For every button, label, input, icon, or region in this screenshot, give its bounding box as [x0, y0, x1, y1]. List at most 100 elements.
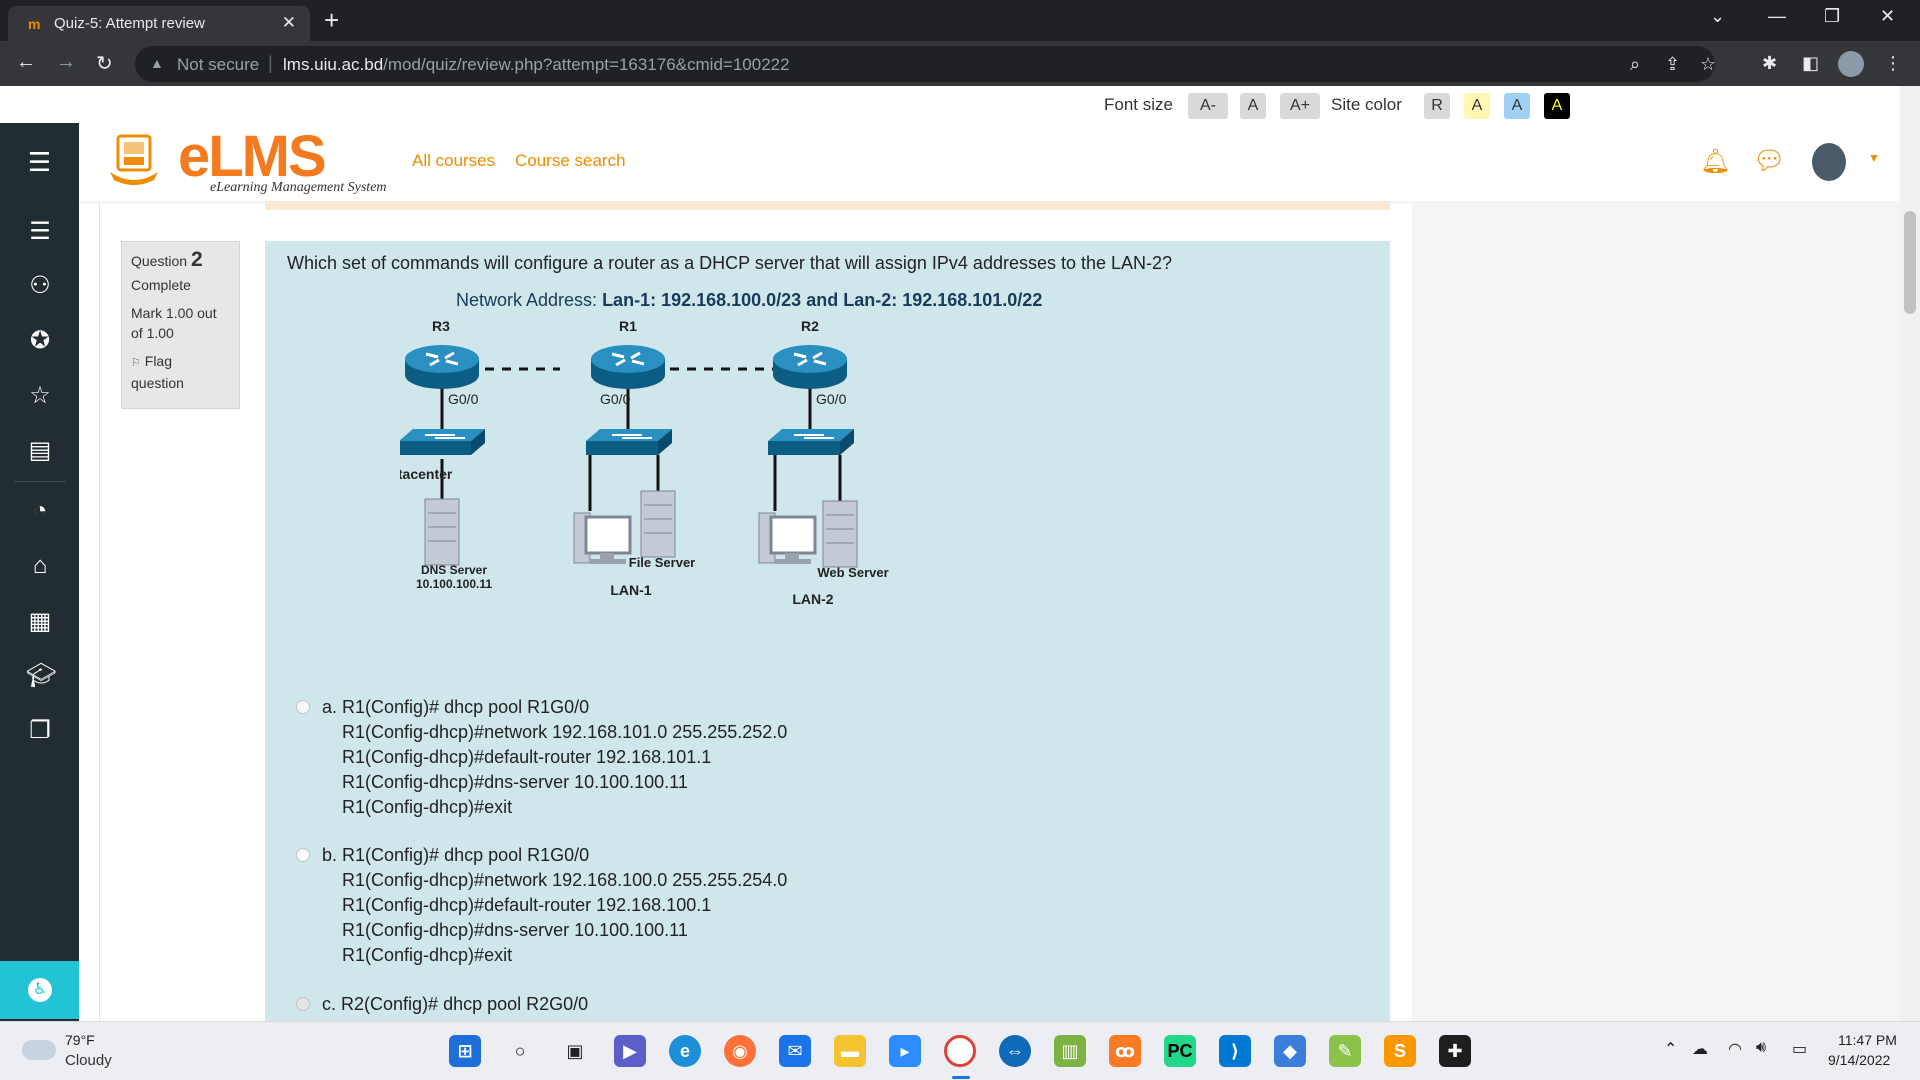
color-yellow-button[interactable]: A — [1464, 93, 1490, 119]
messages-icon[interactable]: 💬︎ — [1753, 145, 1786, 176]
windows-start-icon[interactable]: ⊞ — [449, 1035, 481, 1067]
restore-icon[interactable]: ❐ — [1824, 6, 1840, 27]
menu-toggle-icon[interactable]: ☰ — [0, 123, 79, 201]
courses-cap-icon[interactable]: 🎓︎ — [26, 661, 56, 689]
share-icon[interactable]: ⇪ — [1665, 54, 1680, 75]
sublime-text-icon[interactable]: S — [1384, 1035, 1416, 1067]
datacenter-label: Datacenter — [400, 466, 453, 482]
battery-icon[interactable]: ▭ — [1792, 1039, 1807, 1059]
r3-interface-label: G0/0 — [448, 391, 479, 407]
reload-icon[interactable]: ↻ — [96, 51, 113, 76]
logo-tagline: eLearning Management System — [210, 180, 387, 195]
clock-date[interactable]: 9/14/2022 — [1828, 1052, 1890, 1068]
virtualbox-icon[interactable]: ◆ — [1274, 1035, 1306, 1067]
badges-icon[interactable]: ✪ — [26, 326, 54, 354]
url-text[interactable]: lms.uiu.ac.bd/mod/quiz/review.php?attemp… — [283, 55, 790, 75]
side-panel-icon[interactable]: ◧ — [1802, 53, 1819, 74]
color-reset-button[interactable]: R — [1424, 93, 1450, 119]
flag-question-link[interactable]: ⚐ Flag question — [131, 351, 211, 393]
scrollbar-thumb[interactable] — [1904, 211, 1916, 314]
address-bar[interactable]: ▲ Not secure | lms.uiu.ac.bd/mod/quiz/re… — [135, 46, 1716, 82]
list-icon[interactable]: ☰ — [26, 217, 54, 245]
minimize-icon[interactable]: — — [1768, 6, 1786, 27]
files-icon[interactable]: ❐ — [26, 716, 54, 744]
cloud-weather-icon[interactable] — [22, 1040, 56, 1060]
teamviewer-icon[interactable]: ⇔ — [999, 1035, 1031, 1067]
bookmark-star-icon[interactable]: ☆ — [1700, 54, 1716, 75]
font-decrease-button[interactable]: A- — [1188, 93, 1228, 119]
network-address-value: Lan-1: 192.168.100.0/23 and Lan-2: 192.1… — [602, 290, 1043, 310]
search-icon[interactable]: ○ — [504, 1035, 536, 1067]
browser-tab[interactable]: m Quiz-5: Attempt review ✕ — [8, 6, 310, 41]
zoom-icon[interactable]: ⌕ — [1630, 54, 1640, 75]
color-blue-button[interactable]: A — [1504, 93, 1530, 119]
r1-interface-label: G0/0 — [600, 391, 631, 407]
browser-menu-icon[interactable]: ⋮ — [1884, 53, 1902, 74]
close-window-icon[interactable]: ✕ — [1880, 6, 1895, 27]
web-server-icon — [822, 500, 858, 568]
answer-b-line-3: R1(Config-dhcp)#default-router 192.168.1… — [342, 895, 712, 915]
warning-icon[interactable]: ▲ — [150, 55, 164, 71]
all-courses-link[interactable]: All courses — [412, 151, 495, 171]
file-server-icon — [640, 490, 676, 558]
tool-app-icon[interactable]: ✎ — [1329, 1035, 1361, 1067]
calendar-icon[interactable]: ▦ — [26, 607, 54, 635]
xampp-icon[interactable]: ꝏ — [1109, 1035, 1141, 1067]
notification-bell-icon[interactable]: 🔔︎ — [1700, 147, 1730, 176]
security-status[interactable]: Not secure — [177, 55, 259, 75]
grades-book-icon[interactable]: ▤ — [26, 436, 54, 464]
wifi-icon[interactable]: ◠ — [1728, 1039, 1742, 1059]
question-info-panel: Question 2 Complete Mark 1.00 out of 1.0… — [121, 241, 240, 409]
extensions-icon[interactable]: ✱ — [1762, 53, 1777, 74]
clock-time[interactable]: 11:47 PM — [1838, 1032, 1897, 1048]
color-contrast-button[interactable]: A — [1544, 93, 1570, 119]
dashboard-icon[interactable]: ◔ — [26, 497, 54, 525]
question-number: 2 — [190, 248, 203, 271]
site-favicon-icon: m — [28, 16, 41, 32]
zoom-app-icon[interactable]: ▸ — [889, 1035, 921, 1067]
router-r2-label: R2 — [801, 319, 819, 334]
tab-close-icon[interactable]: ✕ — [282, 13, 296, 33]
teams-chat-icon[interactable]: ▶ — [614, 1035, 646, 1067]
tray-overflow-icon[interactable]: ⌃ — [1664, 1039, 1677, 1059]
edge-browser-icon[interactable]: e — [669, 1035, 701, 1067]
onedrive-cloud-icon[interactable]: ☁ — [1692, 1039, 1708, 1059]
flag-icon: ⚐ — [131, 357, 141, 369]
user-menu-chevron-icon[interactable]: ▼ — [1868, 151, 1880, 165]
weather-description[interactable]: Cloudy — [65, 1052, 112, 1069]
font-reset-button[interactable]: A — [1240, 93, 1266, 119]
file-explorer-icon[interactable]: ▬ — [834, 1035, 866, 1067]
router-r1-icon — [589, 343, 667, 391]
home-icon[interactable]: ⌂ — [26, 552, 54, 580]
answer-c-radio[interactable] — [296, 997, 310, 1011]
pycharm-icon[interactable]: PC — [1164, 1035, 1196, 1067]
figma-icon[interactable]: ✚ — [1439, 1035, 1471, 1067]
user-avatar[interactable] — [1812, 143, 1846, 181]
tab-search-icon[interactable]: ⌄ — [1710, 6, 1725, 27]
answer-b-radio[interactable] — [296, 848, 310, 862]
forward-icon[interactable]: → — [56, 51, 76, 74]
mail-icon[interactable]: ✉ — [779, 1035, 811, 1067]
course-search-link[interactable]: Course search — [515, 151, 626, 171]
page-scrollbar[interactable] — [1900, 86, 1920, 1021]
accessibility-button[interactable]: ♿︎ — [0, 961, 79, 1019]
volume-icon[interactable]: 🔊︎ — [1756, 1039, 1766, 1057]
lan2-label: LAN-2 — [792, 591, 833, 607]
firefox-icon[interactable]: ◉ — [724, 1035, 756, 1067]
font-increase-button[interactable]: A+ — [1280, 93, 1320, 119]
right-block-region — [1412, 201, 1900, 1021]
vscode-icon[interactable]: ⟩ — [1219, 1035, 1251, 1067]
weather-temperature[interactable]: 79°F — [65, 1032, 95, 1048]
browser-tab-strip: m Quiz-5: Attempt review ✕ + ⌄ — ❐ ✕ — [0, 0, 1920, 41]
star-icon[interactable]: ☆ — [26, 381, 54, 409]
back-icon[interactable]: ← — [16, 51, 36, 74]
file-server-label: File Server — [629, 555, 696, 570]
chrome-icon[interactable] — [944, 1035, 976, 1067]
new-tab-button[interactable]: + — [324, 5, 339, 36]
winrar-icon[interactable]: ▥ — [1054, 1035, 1086, 1067]
participants-icon[interactable]: ⚇ — [26, 271, 54, 299]
question-formulation: Which set of commands will configure a r… — [265, 241, 1390, 1021]
task-view-icon[interactable]: ▣ — [559, 1035, 591, 1067]
profile-avatar-icon[interactable] — [1838, 51, 1864, 77]
answer-a-radio[interactable] — [296, 700, 310, 714]
